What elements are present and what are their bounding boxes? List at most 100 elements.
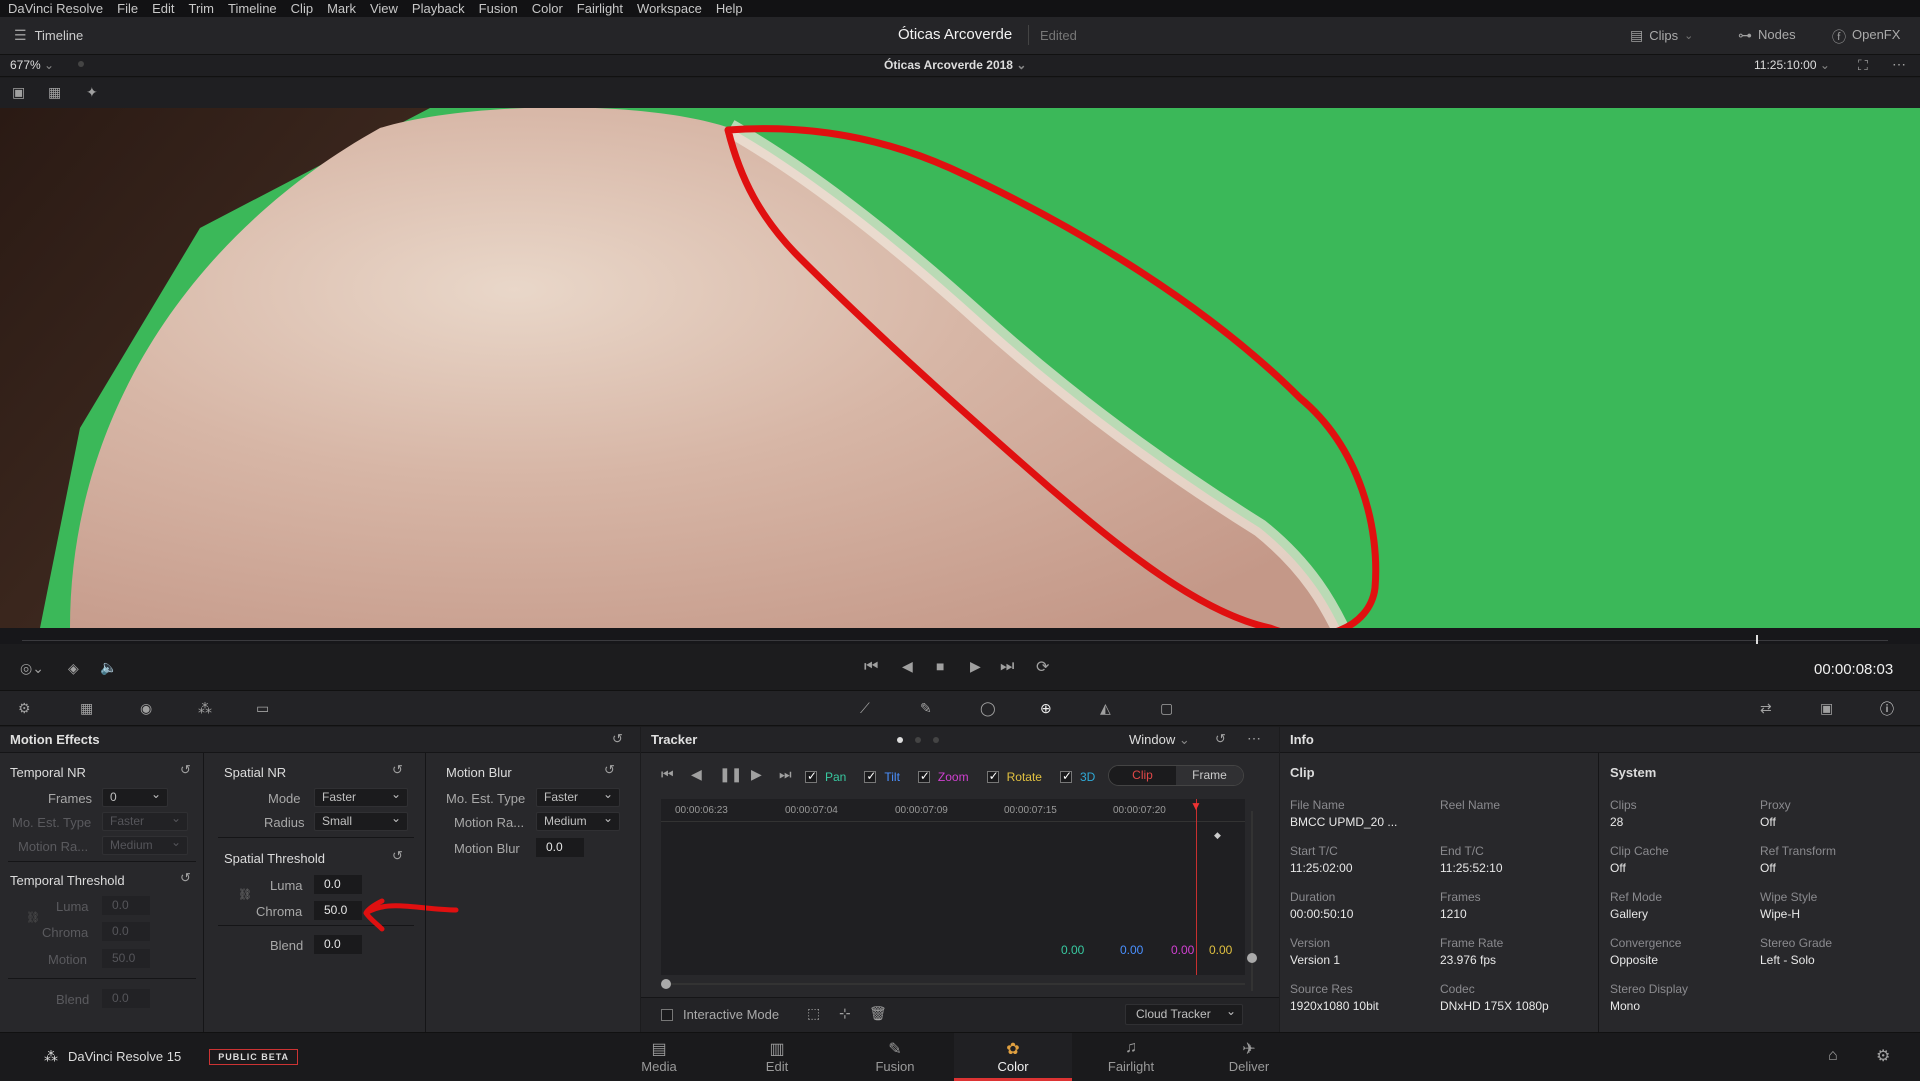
zoom-select[interactable]: 677% ⌄ <box>10 58 54 72</box>
page-fusion[interactable]: ✎ Fusion <box>836 1033 954 1081</box>
menu-trim[interactable]: Trim <box>189 1 215 16</box>
page-dot[interactable] <box>933 737 939 743</box>
page-deliver[interactable]: ✈ Deliver <box>1190 1033 1308 1081</box>
menu-mark[interactable]: Mark <box>327 1 356 16</box>
menu-davinci[interactable]: DaVinci Resolve <box>8 1 103 16</box>
qualifier-icon[interactable]: ✎ <box>920 700 932 717</box>
menu-fairlight[interactable]: Fairlight <box>577 1 623 16</box>
reset-icon[interactable]: ↺ <box>1215 731 1226 747</box>
zoom-checkbox[interactable] <box>917 771 930 783</box>
track-reverse-start-icon[interactable]: ⏮ <box>661 766 674 783</box>
vertical-zoom-handle[interactable] <box>1247 953 1257 963</box>
tracker-graph[interactable]: 00:00:06:23 00:00:07:04 00:00:07:09 00:0… <box>661 799 1245 975</box>
interactive-mode-checkbox[interactable] <box>661 1008 673 1021</box>
blur-icon[interactable]: ◭ <box>1100 700 1111 717</box>
key-icon[interactable]: ▢ <box>1160 700 1173 717</box>
menu-clip[interactable]: Clip <box>291 1 313 16</box>
openfx-button[interactable]: ⓕ OpenFX <box>1832 27 1900 47</box>
tracker-mode-select[interactable]: Window ⌄ <box>1129 732 1190 748</box>
3d-checkbox[interactable] <box>1059 771 1072 783</box>
menu-workspace[interactable]: Workspace <box>637 1 702 16</box>
pan-checkbox[interactable] <box>805 771 817 783</box>
spatial-chroma-field[interactable]: 50.0 <box>314 901 362 920</box>
settings-gear-icon[interactable]: ⚙ <box>1876 1046 1890 1066</box>
page-edit[interactable]: ▥ Edit <box>718 1033 836 1081</box>
page-fairlight[interactable]: ♫ Fairlight <box>1072 1033 1190 1081</box>
tilt-checkbox[interactable] <box>864 771 877 783</box>
clips-button[interactable]: ▤ Clips ⌄ <box>1630 27 1693 44</box>
scrub-bar[interactable] <box>0 628 1920 644</box>
color-match-icon[interactable]: ▦ <box>80 700 93 717</box>
viewer-mode-icon[interactable]: ◎⌄ <box>20 660 44 677</box>
grid-view-icon[interactable]: ▦ <box>48 84 61 101</box>
timecode-select[interactable]: 11:25:10:00 ⌄ <box>1754 58 1830 72</box>
menu-color[interactable]: Color <box>532 1 563 16</box>
menu-help[interactable]: Help <box>716 1 743 16</box>
reset-icon[interactable]: ↺ <box>180 870 191 886</box>
home-icon[interactable]: ⌂ <box>1828 1047 1838 1065</box>
spatial-blend-field[interactable]: 0.0 <box>314 935 362 954</box>
track-forward-icon[interactable]: ▶ <box>751 766 762 783</box>
loop-icon[interactable]: ⟳ <box>1036 657 1049 677</box>
temporal-motion-field[interactable]: 50.0 <box>102 949 150 968</box>
mb-motion-range-select[interactable]: Medium <box>536 810 620 831</box>
cloud-tracker-select[interactable]: Cloud Tracker <box>1125 1002 1243 1025</box>
window-icon[interactable]: ◯ <box>980 700 996 717</box>
scrub-playhead[interactable] <box>1756 635 1758 644</box>
tracker-playhead[interactable] <box>1196 799 1197 975</box>
fullscreen-icon[interactable]: ⛶ <box>1858 57 1868 74</box>
play-icon[interactable]: ▶ <box>970 658 981 675</box>
page-dot[interactable] <box>915 737 921 743</box>
single-view-icon[interactable]: ▣ <box>12 84 25 101</box>
mb-mo-est-select[interactable]: Faster <box>536 786 620 807</box>
delete-point-icon[interactable]: 🗑 <box>869 1005 887 1022</box>
frame-select-icon[interactable]: ⬚ <box>807 1005 820 1022</box>
frames-select[interactable]: 0 <box>102 786 168 807</box>
temporal-blend-field[interactable]: 0.0 <box>102 989 150 1008</box>
rotate-checkbox[interactable] <box>986 771 999 783</box>
skip-start-icon[interactable]: ⏮ <box>864 658 878 676</box>
page-media[interactable]: ▤ Media <box>600 1033 718 1081</box>
horizontal-zoom-handle[interactable] <box>661 979 671 989</box>
reset-icon[interactable]: ↺ <box>612 731 623 747</box>
menu-timeline[interactable]: Timeline <box>228 1 277 16</box>
menu-file[interactable]: File <box>117 1 138 16</box>
keyframe-icon[interactable]: ◆ <box>1214 830 1221 841</box>
add-point-icon[interactable]: ⊹ <box>839 1005 851 1022</box>
viewer-image[interactable] <box>0 108 1920 628</box>
menu-view[interactable]: View <box>370 1 398 16</box>
temporal-luma-field[interactable]: 0.0 <box>102 896 150 915</box>
color-wheels-icon[interactable]: ◉ <box>140 700 152 717</box>
motion-range-select[interactable]: Medium <box>102 834 188 855</box>
nodes-button[interactable]: ⊶ Nodes <box>1738 27 1796 44</box>
sizing-icon[interactable]: ⇄ <box>1760 700 1772 717</box>
tracker-icon[interactable]: ⊕ <box>1040 700 1052 717</box>
link-icon[interactable]: ⛓ <box>238 888 252 901</box>
reset-icon[interactable]: ↺ <box>604 762 615 778</box>
timeline-select[interactable]: Óticas Arcoverde 2018 ⌄ <box>884 58 1026 72</box>
menu-edit[interactable]: Edit <box>152 1 174 16</box>
page-dot-active[interactable] <box>897 737 903 743</box>
info-icon[interactable]: ⓘ <box>1880 699 1894 719</box>
playhead-marker-icon[interactable]: ▼ <box>1190 799 1202 813</box>
track-reverse-icon[interactable]: ◀ <box>691 766 702 783</box>
reset-icon[interactable]: ↺ <box>180 762 191 778</box>
more-icon[interactable]: ⋯ <box>1247 730 1261 747</box>
link-icon[interactable]: ⛓ <box>26 911 40 924</box>
skip-end-icon[interactable]: ⏭ <box>1000 658 1014 676</box>
rgb-mixer-icon[interactable]: ⁂ <box>198 700 212 717</box>
menu-fusion[interactable]: Fusion <box>479 1 518 16</box>
magic-wand-icon[interactable]: ✦ <box>86 84 98 101</box>
layers-icon[interactable]: ◈ <box>68 660 79 677</box>
curves-icon[interactable]: ⟋ <box>860 700 870 717</box>
timeline-toggle[interactable]: ☰ Timeline <box>14 27 83 44</box>
page-color[interactable]: ✿ Color <box>954 1033 1072 1081</box>
spatial-luma-field[interactable]: 0.0 <box>314 875 362 894</box>
camera-raw-icon[interactable]: ⚙ <box>18 700 31 717</box>
step-back-icon[interactable]: ◀ <box>902 658 913 675</box>
mo-est-type-select[interactable]: Faster <box>102 810 188 831</box>
track-pause-icon[interactable]: ❚❚ <box>719 766 742 783</box>
more-icon[interactable]: ⋯ <box>1892 56 1906 73</box>
3d-icon[interactable]: ▣ <box>1820 700 1833 717</box>
track-forward-end-icon[interactable]: ⏭ <box>779 766 792 783</box>
